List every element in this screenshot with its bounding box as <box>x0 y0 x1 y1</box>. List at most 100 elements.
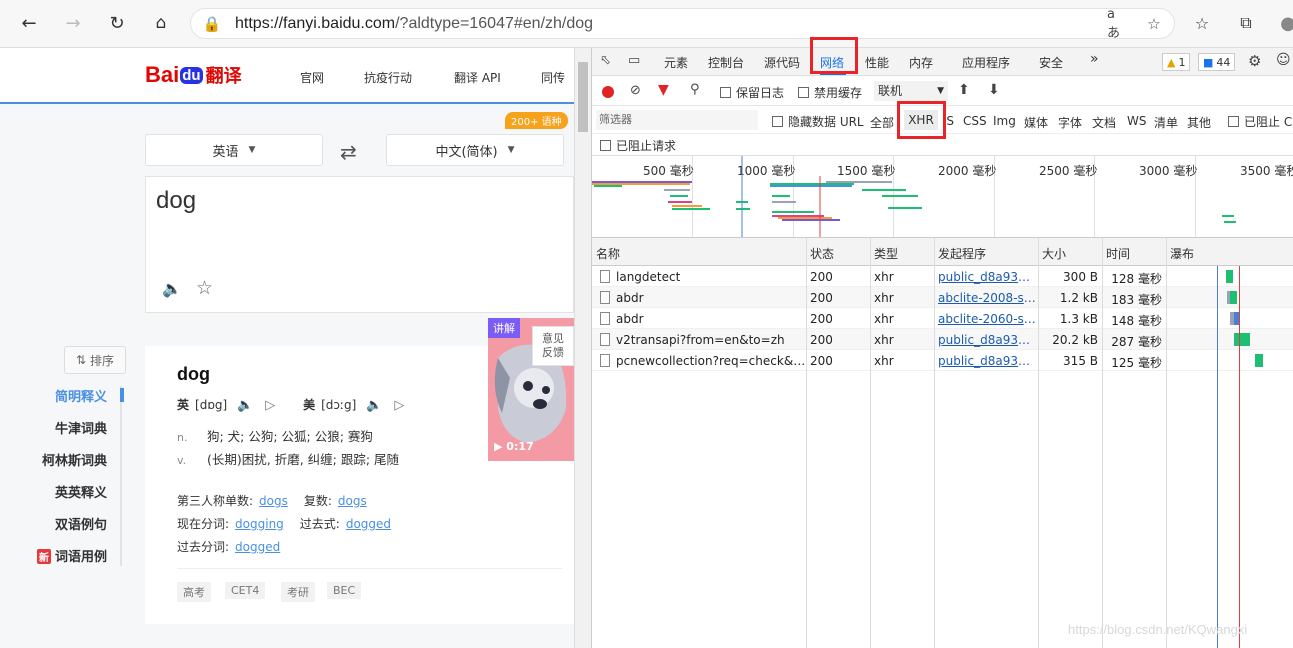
add-favorite-icon[interactable]: ☆ <box>1143 13 1165 35</box>
col-waterfall[interactable]: 瀑布 <box>1170 245 1194 262</box>
blocked-cookies-checkbox[interactable]: 已阻止 Co <box>1228 113 1293 130</box>
checkbox-box[interactable] <box>1228 116 1239 127</box>
filter-css[interactable]: CSS <box>963 114 987 128</box>
timeline-overview[interactable]: 500 毫秒 1000 毫秒 1500 毫秒 2000 毫秒 2500 毫秒 3… <box>592 156 1293 238</box>
filter-ws[interactable]: WS <box>1127 114 1146 128</box>
tab-elements[interactable]: 元素 <box>664 54 688 71</box>
tab-application[interactable]: 应用程序 <box>962 54 1010 71</box>
col-time[interactable]: 时间 <box>1106 245 1130 262</box>
filter-media[interactable]: 媒体 <box>1024 114 1048 131</box>
read-aloud-icon[interactable]: a あ <box>1107 7 1129 41</box>
checkbox-box[interactable] <box>772 116 783 127</box>
filter-font[interactable]: 字体 <box>1058 114 1082 131</box>
home-icon[interactable]: ⌂ <box>148 10 174 36</box>
tag-cet4[interactable]: CET4 <box>225 582 266 599</box>
tag-bec[interactable]: BEC <box>327 582 362 599</box>
table-row[interactable]: abdr 200 xhr abclite-2008-s.js:1 1.2 kB … <box>592 287 1293 308</box>
col-status[interactable]: 状态 <box>810 245 834 262</box>
filter-funnel-icon[interactable]: ▼ <box>658 82 669 98</box>
more-tabs-icon[interactable]: » <box>1090 51 1099 67</box>
cell-initiator[interactable]: abclite-2008-s.js:1 <box>938 291 1036 305</box>
swap-languages-icon[interactable]: ⇄ <box>340 140 357 164</box>
inspect-element-icon[interactable]: ⬁ <box>600 53 611 68</box>
tab-memory[interactable]: 内存 <box>909 54 933 71</box>
target-language-select[interactable]: 中文(简体) ▼ <box>386 134 564 166</box>
nav-official-site[interactable]: 官网 <box>300 69 324 86</box>
favorites-icon[interactable]: ☆ <box>1190 11 1214 35</box>
sidebar-item-usage[interactable]: 新词语用例 <box>36 546 107 565</box>
tag-gaokao[interactable]: 高考 <box>177 582 211 602</box>
hide-data-url-checkbox[interactable]: 隐藏数据 URL <box>772 113 864 130</box>
star-icon[interactable]: ☆ <box>196 277 213 299</box>
export-har-icon[interactable]: ⬇ <box>988 82 1000 98</box>
back-arrow-icon[interactable]: ← <box>16 10 42 36</box>
checkbox-box[interactable] <box>720 87 731 98</box>
tab-console[interactable]: 控制台 <box>708 54 744 71</box>
cell-initiator[interactable]: public_d8a932f.j... <box>938 333 1036 347</box>
uk-speaker-icon[interactable]: 🔈 <box>237 398 253 413</box>
settings-gear-icon[interactable]: ⚙ <box>1248 52 1261 70</box>
device-toolbar-icon[interactable]: ▭ <box>628 53 640 68</box>
third-person-link[interactable]: dogs <box>259 494 288 508</box>
collections-icon[interactable]: ⧉ <box>1234 11 1258 35</box>
throttling-select[interactable]: 联机 ▼ <box>874 81 948 101</box>
filter-doc[interactable]: 文档 <box>1092 114 1116 131</box>
col-size[interactable]: 大小 <box>1042 245 1066 262</box>
warnings-badge[interactable]: ▲ 1 <box>1162 53 1191 71</box>
source-text[interactable]: dog <box>156 187 196 215</box>
forward-arrow-icon[interactable]: → <box>60 10 86 36</box>
tab-security[interactable]: 安全 <box>1039 54 1063 71</box>
cell-initiator[interactable]: public_d8a932f.j... <box>938 270 1036 284</box>
scrollbar-thumb[interactable] <box>578 62 588 132</box>
cell-initiator[interactable]: public_d8a932f.j... <box>938 354 1036 368</box>
preserve-log-checkbox[interactable]: 保留日志 <box>720 84 784 101</box>
checkbox-box[interactable] <box>798 87 809 98</box>
present-participle-link[interactable]: dogging <box>235 517 284 531</box>
import-har-icon[interactable]: ⬆ <box>958 82 970 98</box>
sidebar-item-oxford[interactable]: 牛津词典 <box>55 418 107 437</box>
sidebar-item-examples[interactable]: 双语例句 <box>55 514 107 533</box>
customize-user-icon[interactable]: ☺ <box>1276 52 1291 68</box>
search-icon[interactable]: ⚲ <box>690 82 700 97</box>
checkbox-box[interactable] <box>600 140 611 151</box>
sidebar-item-collins[interactable]: 柯林斯词典 <box>42 450 107 469</box>
us-play-icon[interactable]: ▷ <box>394 398 404 413</box>
filter-img[interactable]: Img <box>993 114 1016 128</box>
page-scrollbar[interactable] <box>574 48 591 648</box>
filter-input[interactable]: 筛选器 <box>596 110 758 130</box>
past-tense-link[interactable]: dogged <box>346 517 391 531</box>
nav-simultaneous[interactable]: 同传 <box>541 69 565 86</box>
tab-performance[interactable]: 性能 <box>865 54 889 71</box>
lock-icon[interactable]: 🔒 <box>201 13 223 35</box>
sidebar-item-brief[interactable]: 简明释义 <box>55 386 107 405</box>
address-bar[interactable]: 🔒 https://fanyi.baidu.com/?aldtype=16047… <box>190 7 1175 41</box>
past-participle-link[interactable]: dogged <box>235 540 280 554</box>
sort-button[interactable]: ⇅ 排序 <box>64 346 126 374</box>
col-initiator[interactable]: 发起程序 <box>938 245 986 262</box>
record-icon[interactable] <box>602 86 614 98</box>
table-row[interactable]: abdr 200 xhr abclite-2060-s.js... 1.3 kB… <box>592 308 1293 329</box>
table-row[interactable]: langdetect 200 xhr public_d8a932f.j... 3… <box>592 266 1293 287</box>
sidebar-item-en-en[interactable]: 英英释义 <box>55 482 107 501</box>
us-speaker-icon[interactable]: 🔈 <box>366 398 382 413</box>
col-type[interactable]: 类型 <box>874 245 898 262</box>
source-language-select[interactable]: 英语 ▼ <box>145 134 323 166</box>
profile-avatar-icon[interactable]: ● <box>1276 11 1293 35</box>
plural-link[interactable]: dogs <box>338 494 367 508</box>
source-text-input[interactable]: dog 🔈 ☆ <box>145 176 574 313</box>
table-row[interactable]: pcnewcollection?req=check&fan... 200 xhr… <box>592 350 1293 371</box>
table-row[interactable]: v2transapi?from=en&to=zh 200 xhr public_… <box>592 329 1293 350</box>
filter-all[interactable]: 全部 <box>870 114 894 131</box>
feedback-button[interactable]: 意见 反馈 <box>532 326 574 366</box>
speaker-icon[interactable]: 🔈 <box>162 279 182 298</box>
filter-other[interactable]: 其他 <box>1187 114 1211 131</box>
uk-play-icon[interactable]: ▷ <box>265 398 275 413</box>
nav-translate-api[interactable]: 翻译 API <box>454 69 501 86</box>
filter-manifest[interactable]: 清单 <box>1154 114 1178 131</box>
tab-sources[interactable]: 源代码 <box>764 54 800 71</box>
clear-icon[interactable]: ⊘ <box>630 83 641 98</box>
blocked-requests-checkbox[interactable]: 已阻止请求 <box>600 137 676 154</box>
nav-anti-epidemic[interactable]: 抗疫行动 <box>364 69 412 86</box>
col-name[interactable]: 名称 <box>596 245 620 262</box>
cell-initiator[interactable]: abclite-2060-s.js... <box>938 312 1036 326</box>
